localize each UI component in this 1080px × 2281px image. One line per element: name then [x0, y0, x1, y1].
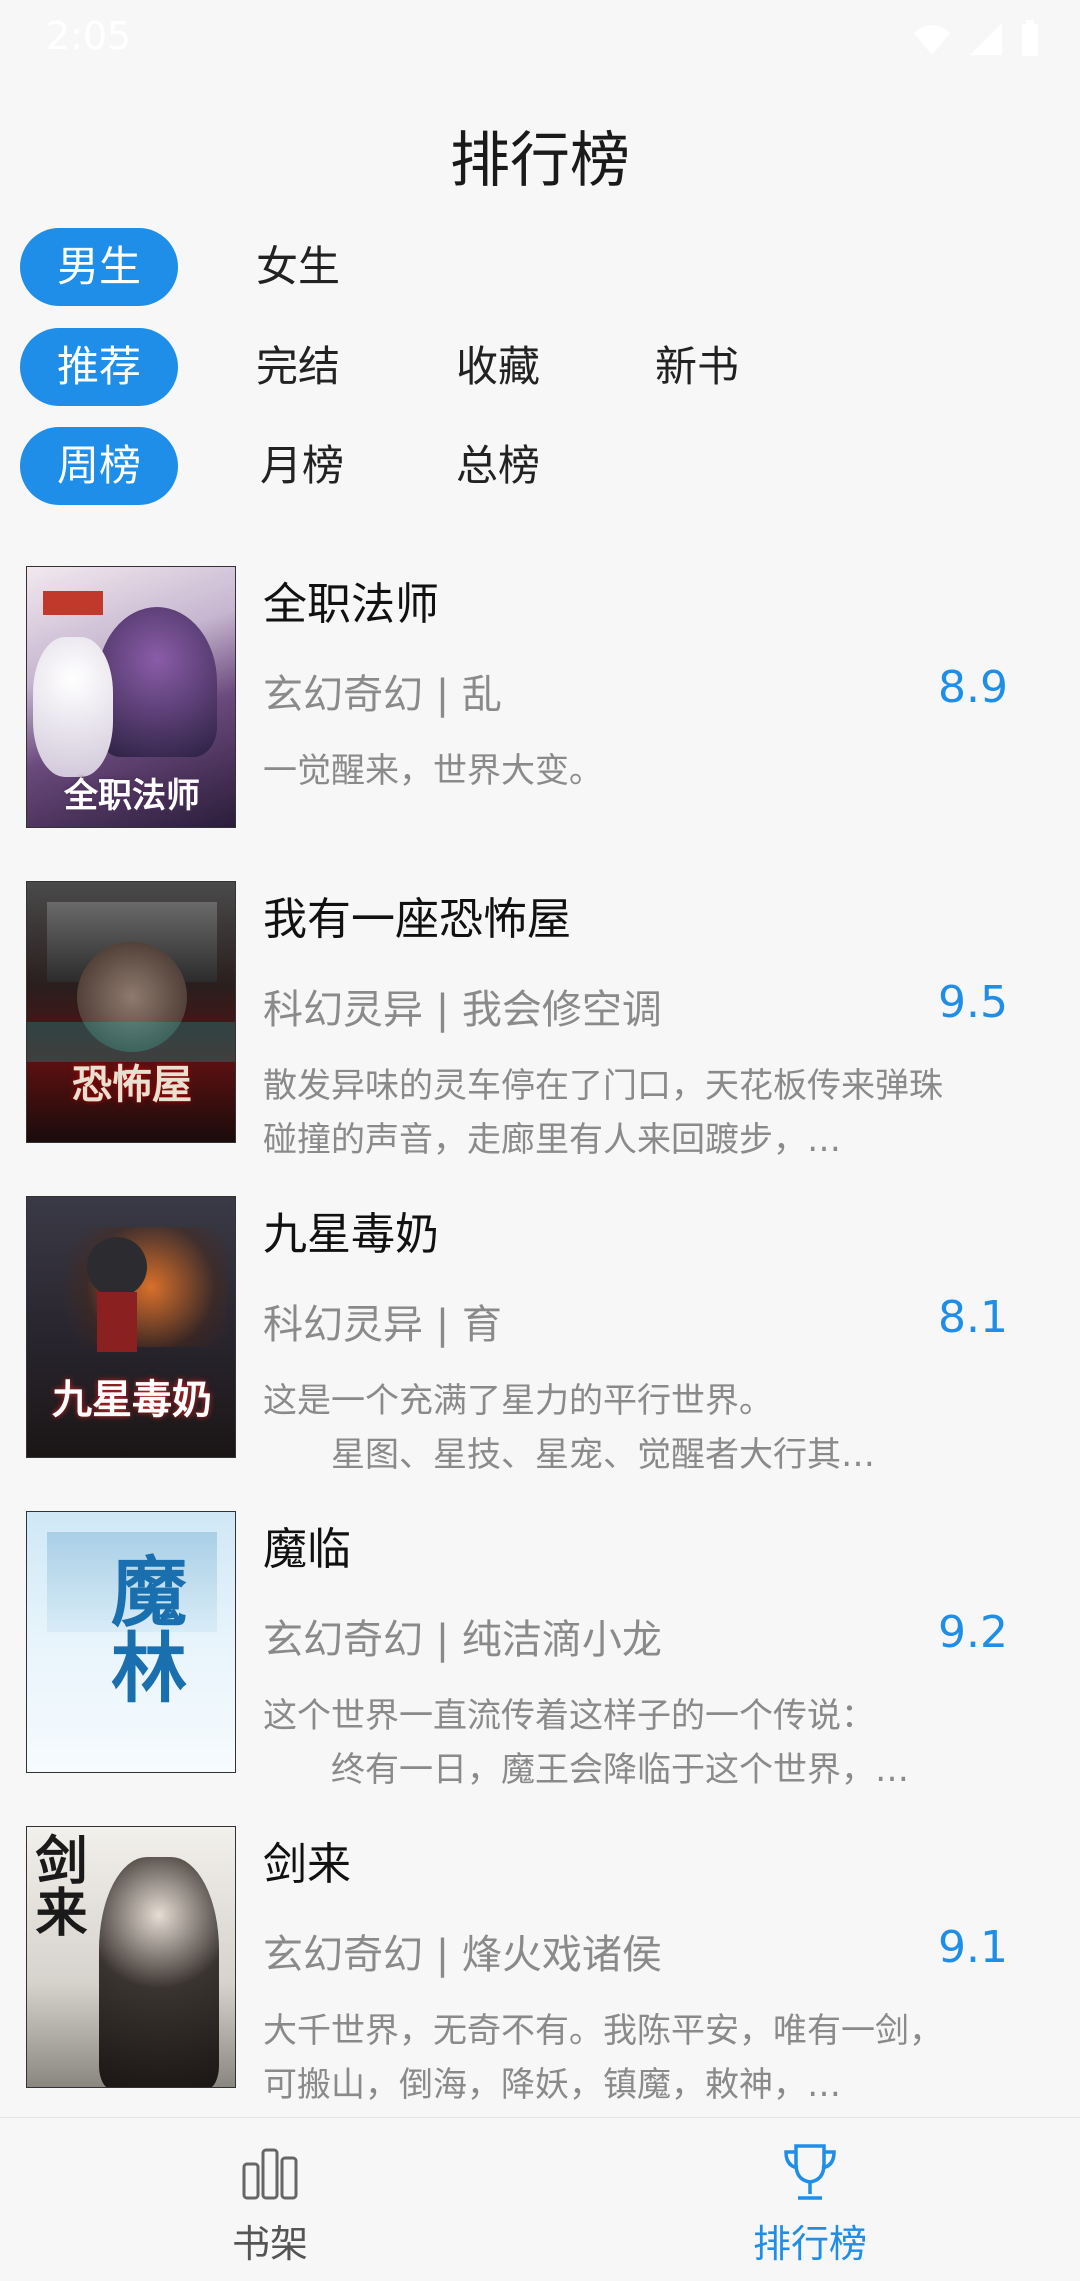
book-title: 九星毒奶	[263, 1209, 439, 1260]
book-cover: 九星毒奶	[26, 1196, 236, 1458]
wifi-icon	[914, 25, 950, 55]
nav-label: 书架	[231, 2222, 308, 2266]
nav-rankings[interactable]: 排行榜	[540, 2118, 1080, 2281]
chip-overall[interactable]: 总榜	[419, 427, 577, 505]
status-bar: 2:05	[0, 0, 1080, 80]
book-item[interactable]: 剑来 剑来 玄幻奇幻 | 烽火戏诸侯 9.1 大千世界，无奇不有。我陈平安，唯有…	[0, 1826, 1080, 2126]
period-filter-row: 周榜 月榜 总榜	[20, 427, 1060, 507]
book-description: 大千世界，无奇不有。我陈平安，唯有一剑，可搬山，倒海，降妖，镇魔，敕神，…	[263, 2011, 943, 2105]
book-description: 这个世界一直流传着这样子的一个传说： 终有一日，魔王会降临于这个世界，…	[263, 1696, 909, 1790]
book-score: 8.1	[938, 1292, 1008, 1343]
book-meta: 科幻灵异 | 育	[263, 1302, 502, 1348]
status-time: 2:05	[46, 14, 132, 58]
nav-bookshelf[interactable]: 书架	[0, 2118, 540, 2281]
chip-weekly[interactable]: 周榜	[20, 427, 178, 505]
trophy-icon	[784, 2144, 836, 2200]
book-meta: 玄幻奇幻 | 乱	[263, 672, 502, 718]
cover-title-text: 恐怖屋	[72, 1062, 192, 1108]
book-cover: 魔林	[26, 1511, 236, 1773]
book-score: 9.2	[938, 1607, 1008, 1658]
status-icons	[912, 20, 1040, 58]
chip-male[interactable]: 男生	[20, 228, 178, 306]
bottom-nav: 书架 排行榜	[0, 2117, 1080, 2281]
book-item[interactable]: 恐怖屋 我有一座恐怖屋 科幻灵异 | 我会修空调 9.5 散发异味的灵车停在了门…	[0, 881, 1080, 1181]
nav-label: 排行榜	[752, 2222, 867, 2266]
cover-title-text: 全职法师	[64, 776, 200, 816]
page-title: 排行榜	[450, 126, 630, 196]
cover-title-text: 魔林	[98, 1552, 187, 1704]
book-cover: 全职法师	[26, 566, 236, 828]
book-description: 这是一个充满了星力的平行世界。 星图、星技、星宠、觉醒者大行其…	[263, 1381, 875, 1475]
battery-icon	[1022, 20, 1038, 56]
bookshelf-icon	[242, 2148, 298, 2200]
chip-monthly[interactable]: 月榜	[223, 427, 381, 505]
book-item[interactable]: 全职法师 全职法师 玄幻奇幻 | 乱 8.9 一觉醒来，世界大变。	[0, 566, 1080, 866]
book-score: 9.1	[938, 1922, 1008, 1973]
book-cover: 恐怖屋	[26, 881, 236, 1143]
book-score: 8.9	[938, 662, 1008, 713]
chip-female[interactable]: 女生	[219, 228, 377, 306]
book-title: 剑来	[263, 1839, 351, 1890]
book-title: 魔临	[263, 1524, 351, 1575]
book-cover: 剑来	[26, 1826, 236, 2088]
gender-filter-row: 男生 女生	[20, 228, 1060, 308]
book-description: 一觉醒来，世界大变。	[263, 751, 603, 791]
chip-recommend[interactable]: 推荐	[20, 328, 178, 406]
chip-completed[interactable]: 完结	[219, 328, 377, 406]
book-title: 我有一座恐怖屋	[263, 894, 571, 945]
cover-title-text: 九星毒奶	[52, 1377, 212, 1423]
chip-favorites[interactable]: 收藏	[419, 328, 577, 406]
book-meta: 玄幻奇幻 | 烽火戏诸侯	[263, 1932, 662, 1978]
book-title: 全职法师	[263, 579, 439, 630]
book-meta: 玄幻奇幻 | 纯洁滴小龙	[263, 1617, 662, 1663]
signal-icon	[970, 23, 1002, 55]
book-item[interactable]: 魔林 魔临 玄幻奇幻 | 纯洁滴小龙 9.2 这个世界一直流传着这样子的一个传说…	[0, 1511, 1080, 1811]
book-item[interactable]: 九星毒奶 九星毒奶 科幻灵异 | 育 8.1 这是一个充满了星力的平行世界。 星…	[0, 1196, 1080, 1496]
book-meta: 科幻灵异 | 我会修空调	[263, 987, 662, 1033]
chip-new-books[interactable]: 新书	[618, 328, 776, 406]
cover-title-text: 剑来	[26, 1833, 86, 1937]
book-description: 散发异味的灵车停在了门口，天花板传来弹珠碰撞的声音，走廊里有人来回踱步，…	[263, 1066, 943, 1160]
book-score: 9.5	[938, 977, 1008, 1028]
category-filter-row: 推荐 完结 收藏 新书	[20, 328, 1060, 408]
